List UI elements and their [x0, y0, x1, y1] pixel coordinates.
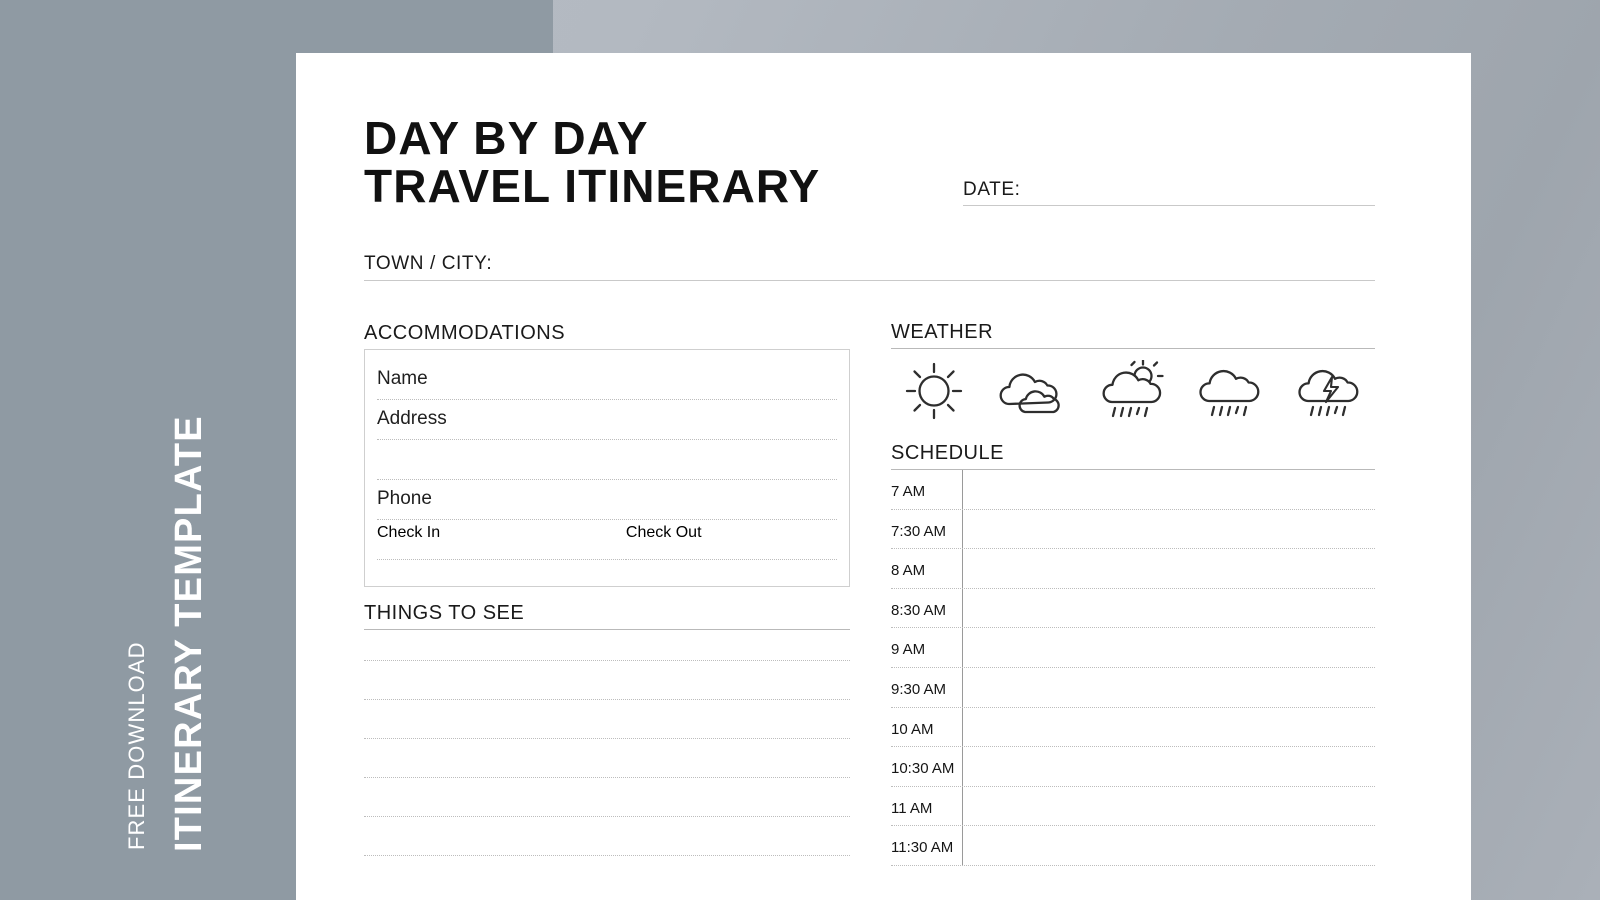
- schedule-row[interactable]: 8:30 AM: [891, 589, 1375, 629]
- sidebar-subtitle: FREE DOWNLOAD: [124, 641, 149, 850]
- date-field[interactable]: DATE:: [963, 179, 1375, 206]
- accommodation-field-address-2[interactable]: [377, 444, 837, 484]
- schedule-time-label: 10:30 AM: [891, 760, 955, 778]
- page-title: DAY BY DAY TRAVEL ITINERARY: [364, 112, 821, 212]
- check-in-line[interactable]: [377, 559, 626, 560]
- schedule-entry-line[interactable]: [891, 864, 1375, 866]
- things-to-see-line[interactable]: [364, 777, 850, 778]
- things-to-see-lines: [364, 660, 850, 856]
- check-out-line[interactable]: [625, 559, 837, 560]
- schedule-row[interactable]: 7 AM: [891, 470, 1375, 510]
- accommodation-field-name-label: Name: [377, 368, 428, 389]
- schedule-time-label: 8 AM: [891, 562, 926, 580]
- date-input-rule[interactable]: [963, 205, 1375, 206]
- schedule-row[interactable]: 10:30 AM: [891, 747, 1375, 787]
- accommodations-section: ACCOMMODATIONS Name Address Phone Check …: [364, 322, 850, 587]
- rain-cloud-icon[interactable]: [1192, 360, 1274, 422]
- schedule-row[interactable]: 7:30 AM: [891, 510, 1375, 550]
- page-title-line-2: TRAVEL ITINERARY: [364, 159, 821, 212]
- schedule-time-label: 7:30 AM: [891, 522, 947, 540]
- town-city-field[interactable]: TOWN / CITY:: [364, 253, 1375, 281]
- town-city-label: TOWN / CITY:: [364, 253, 493, 274]
- check-out-label: Check Out: [625, 524, 702, 541]
- schedule-heading: SCHEDULE: [891, 442, 1375, 470]
- sidebar-panel: [0, 0, 304, 900]
- schedule-row[interactable]: 9 AM: [891, 628, 1375, 668]
- thunderstorm-icon[interactable]: [1291, 360, 1373, 422]
- schedule-time-label: 9:30 AM: [891, 680, 947, 698]
- schedule-time-label: 11 AM: [891, 799, 933, 817]
- accommodation-field-name-line[interactable]: [377, 399, 837, 400]
- page-title-line-1: DAY BY DAY: [364, 112, 649, 164]
- check-in-label: Check In: [377, 524, 441, 541]
- schedule-time-label: 7 AM: [891, 483, 926, 500]
- accommodation-field-address[interactable]: Address: [377, 404, 837, 444]
- schedule-time-label: 11:30 AM: [891, 839, 954, 857]
- town-city-input-rule[interactable]: [364, 280, 1375, 281]
- sidebar-title: ITINERARY TEMPLATE: [168, 415, 210, 852]
- schedule-time-label: 8:30 AM: [891, 601, 947, 619]
- accommodation-field-check-in[interactable]: Check In: [377, 524, 626, 564]
- schedule-row[interactable]: 11:30 AM: [891, 826, 1375, 866]
- things-to-see-line[interactable]: [364, 738, 850, 739]
- accommodations-heading: ACCOMMODATIONS: [364, 322, 566, 344]
- accommodation-field-name[interactable]: Name: [377, 364, 837, 404]
- schedule-grid: 7 AM 7:30 AM 8 AM 8:30 AM 9 AM 9:30 AM 1…: [891, 470, 1375, 866]
- sun-rain-icon[interactable]: [1092, 360, 1174, 422]
- schedule-time-label: 9 AM: [891, 641, 926, 659]
- clouds-icon[interactable]: [993, 360, 1075, 422]
- schedule-time-label: 10 AM: [891, 720, 934, 738]
- things-to-see-line[interactable]: [364, 816, 850, 817]
- accommodation-field-address-line[interactable]: [377, 439, 837, 440]
- accommodation-field-check-out[interactable]: Check Out: [625, 524, 837, 564]
- check-in-out-row: Check In Check Out: [377, 524, 837, 564]
- weather-heading: WEATHER: [891, 321, 1375, 349]
- accommodations-box: Name Address Phone Check In Check Out: [364, 349, 850, 587]
- things-to-see-heading: THINGS TO SEE: [364, 602, 850, 630]
- itinerary-page: DAY BY DAY TRAVEL ITINERARY DATE: TOWN /…: [296, 53, 1471, 900]
- date-label: DATE:: [963, 179, 1021, 200]
- weather-icon-row: [891, 360, 1375, 422]
- accommodation-field-address-2-line[interactable]: [377, 479, 837, 480]
- accommodation-field-phone[interactable]: Phone: [377, 484, 837, 524]
- accommodation-field-address-label: Address: [377, 408, 447, 429]
- things-to-see-section: THINGS TO SEE: [364, 602, 850, 894]
- schedule-row[interactable]: 8 AM: [891, 549, 1375, 589]
- things-to-see-line[interactable]: [364, 855, 850, 856]
- sun-icon[interactable]: [893, 360, 975, 422]
- accommodation-field-phone-line[interactable]: [377, 519, 837, 520]
- schedule-row[interactable]: 11 AM: [891, 787, 1375, 827]
- schedule-section: SCHEDULE 7 AM 7:30 AM 8 AM 8:30 AM 9 AM …: [891, 442, 1375, 866]
- schedule-row[interactable]: 9:30 AM: [891, 668, 1375, 708]
- things-to-see-line[interactable]: [364, 699, 850, 700]
- screenshot-root: ITINERARY TEMPLATE FREE DOWNLOAD DAY BY …: [0, 0, 1600, 900]
- things-to-see-line[interactable]: [364, 660, 850, 661]
- schedule-row[interactable]: 10 AM: [891, 708, 1375, 748]
- weather-section: WEATHER: [891, 321, 1375, 422]
- accommodation-field-phone-label: Phone: [377, 488, 432, 509]
